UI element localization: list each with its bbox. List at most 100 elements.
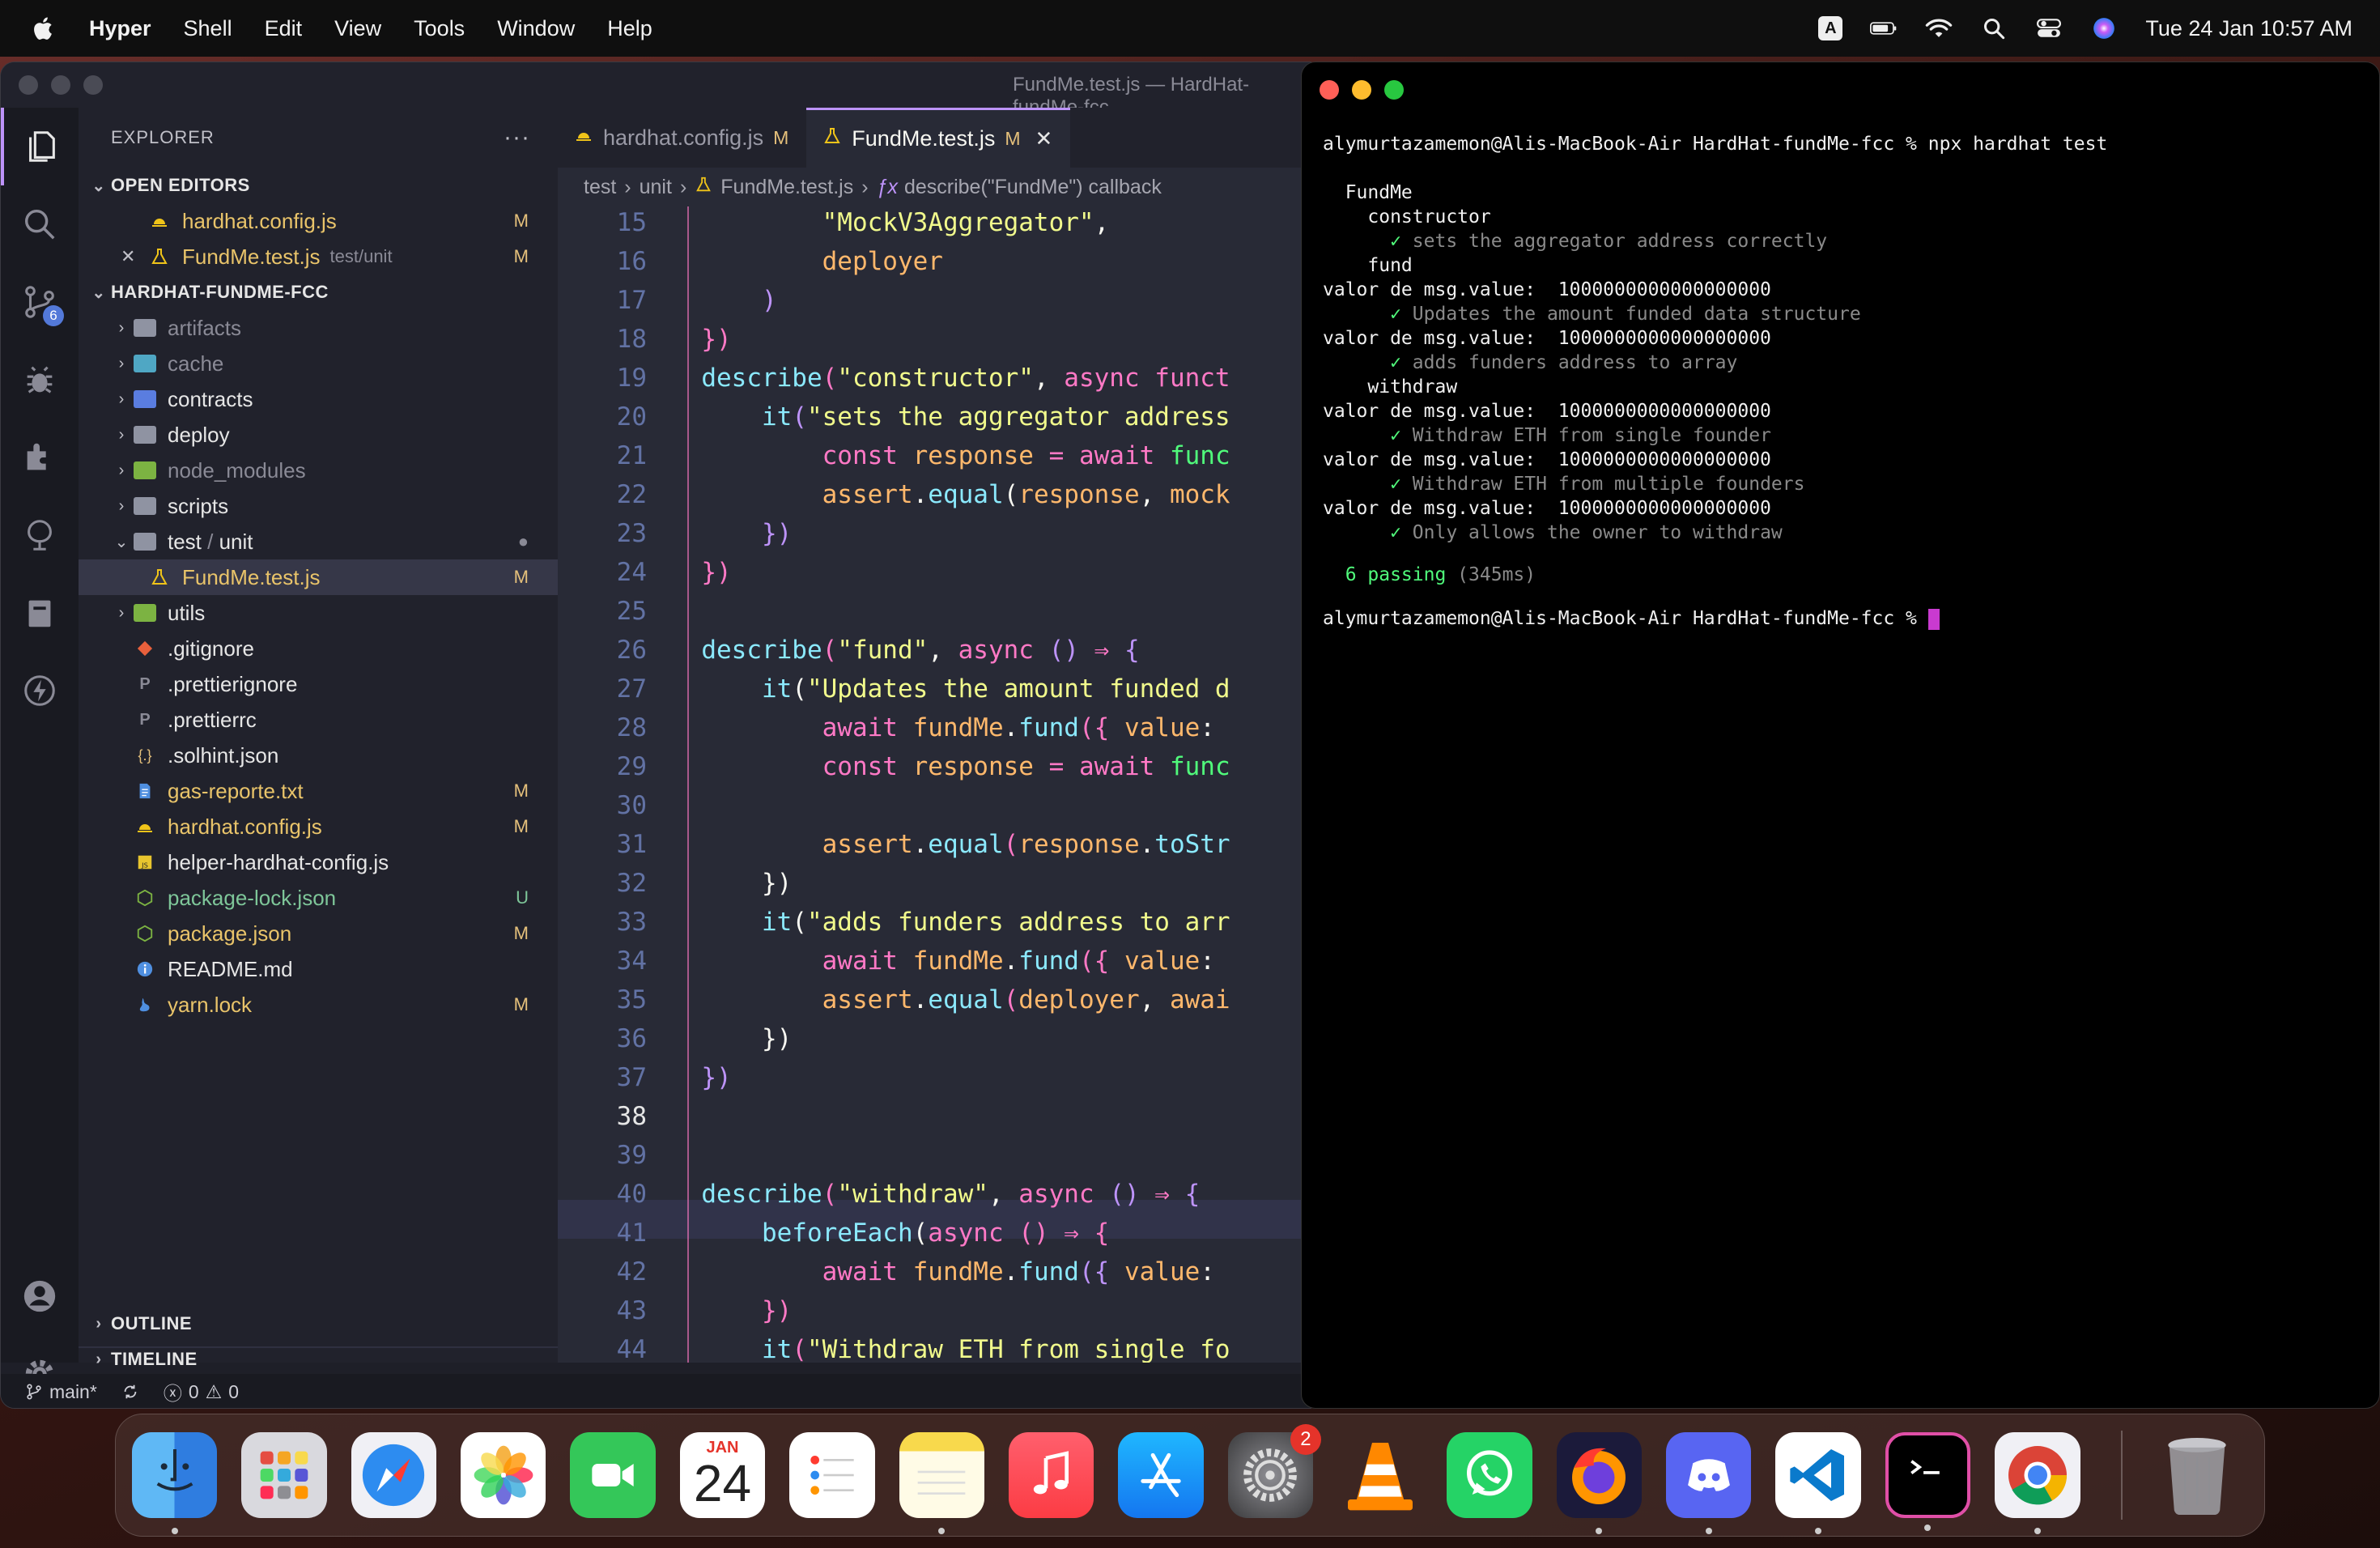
tree-file-package-lock[interactable]: package-lock.json U bbox=[79, 880, 558, 916]
tree-file-gitignore[interactable]: .gitignore bbox=[79, 631, 558, 666]
reminders-list-icon bbox=[810, 1456, 854, 1495]
outline-section[interactable]: › OUTLINE bbox=[79, 1306, 558, 1342]
wifi-icon[interactable] bbox=[1925, 16, 1953, 40]
open-editors-section[interactable]: ⌄ OPEN EDITORS bbox=[79, 168, 558, 203]
more-actions-icon[interactable]: ··· bbox=[504, 124, 530, 151]
dock-safari[interactable] bbox=[351, 1432, 437, 1518]
battery-icon[interactable] bbox=[1870, 16, 1898, 40]
dock-vscode[interactable] bbox=[1775, 1432, 1861, 1534]
tree-file-hardhat-config[interactable]: hardhat.config.js M bbox=[79, 809, 558, 844]
tree-item-label: node_modules bbox=[168, 457, 306, 483]
tree-file-prettierrc[interactable]: P .prettierrc bbox=[79, 702, 558, 738]
code-line: }) bbox=[761, 1296, 793, 1325]
minimize-window-button[interactable] bbox=[51, 75, 70, 95]
code-line: deployer bbox=[822, 247, 943, 276]
dock-launchpad[interactable] bbox=[241, 1432, 327, 1518]
dock-facetime[interactable] bbox=[570, 1432, 656, 1518]
tree-file-package-json[interactable]: package.json M bbox=[79, 916, 558, 951]
tree-file-fundme-test[interactable]: FundMe.test.js M bbox=[79, 559, 558, 595]
dock-music[interactable] bbox=[1008, 1432, 1094, 1518]
apple-icon[interactable] bbox=[31, 15, 53, 41]
dock-discord[interactable] bbox=[1666, 1432, 1752, 1534]
menu-window[interactable]: Window bbox=[497, 16, 575, 41]
dock-notes[interactable] bbox=[899, 1432, 984, 1534]
open-editor-item[interactable]: ✕ FundMe.test.js test/unit M bbox=[79, 239, 558, 274]
hyper-terminal-window[interactable]: alymurtazamemon@Alis-MacBook-Air HardHat… bbox=[1301, 62, 2380, 1409]
menu-shell[interactable]: Shell bbox=[184, 16, 232, 41]
siri-icon[interactable] bbox=[2090, 16, 2118, 40]
breadcrumb-item[interactable]: unit bbox=[640, 176, 672, 199]
branch-indicator[interactable]: main* bbox=[25, 1381, 97, 1403]
input-source-icon[interactable]: A bbox=[1818, 16, 1843, 40]
menu-view[interactable]: View bbox=[334, 16, 381, 41]
timeline-section[interactable]: › TIMELINE bbox=[79, 1342, 558, 1377]
source-control-activity[interactable]: 6 bbox=[1, 263, 79, 341]
dock-system-settings[interactable]: 2 bbox=[1227, 1424, 1321, 1518]
menubar-clock[interactable]: Tue 24 Jan 10:57 AM bbox=[2145, 16, 2352, 41]
explorer-activity[interactable] bbox=[1, 108, 79, 185]
tree-file-solhint[interactable]: {.} .solhint.json bbox=[79, 738, 558, 773]
menu-tools[interactable]: Tools bbox=[414, 16, 465, 41]
zoom-window-button[interactable] bbox=[1384, 80, 1404, 100]
menu-help[interactable]: Help bbox=[607, 16, 652, 41]
breadcrumb-item[interactable]: FundMe.test.js bbox=[720, 176, 853, 199]
close-window-button[interactable] bbox=[19, 75, 38, 95]
close-window-button[interactable] bbox=[1320, 80, 1339, 100]
close-editor-icon[interactable]: ✕ bbox=[121, 246, 148, 267]
tree-file-yarn-lock[interactable]: yarn.lock M bbox=[79, 987, 558, 1023]
tree-folder-contracts[interactable]: › contracts bbox=[79, 381, 558, 417]
terminal-output-line: valor de msg.value: 1000000000000000000 bbox=[1323, 498, 1771, 519]
dock-chrome[interactable] bbox=[1995, 1432, 2080, 1534]
problems-indicator[interactable]: ⓧ 0 ⚠ 0 bbox=[164, 1378, 239, 1406]
tree-file-gas-report[interactable]: gas-reporte.txt M bbox=[79, 773, 558, 809]
tree-file-helper-config[interactable]: JS helper-hardhat-config.js bbox=[79, 844, 558, 880]
dock-reminders[interactable] bbox=[789, 1432, 875, 1518]
control-center-icon[interactable] bbox=[2035, 16, 2063, 40]
sync-button[interactable] bbox=[121, 1383, 139, 1401]
dock-firefox[interactable] bbox=[1556, 1432, 1643, 1534]
dock-whatsapp[interactable] bbox=[1447, 1432, 1532, 1518]
zoom-window-button[interactable] bbox=[83, 75, 103, 95]
lightning-icon bbox=[24, 675, 55, 706]
notebook-activity[interactable] bbox=[1, 574, 79, 652]
tree-folder-cache[interactable]: › cache bbox=[79, 346, 558, 381]
dock-finder[interactable] bbox=[132, 1432, 218, 1534]
tree-folder-test[interactable]: ⌄ test / unit ● bbox=[79, 524, 558, 559]
launchpad-icon bbox=[260, 1451, 308, 1499]
test-flask-icon bbox=[148, 245, 171, 268]
remote-explorer-activity[interactable] bbox=[1, 496, 79, 574]
spotlight-search-icon[interactable] bbox=[1980, 16, 2008, 40]
dock-trash[interactable] bbox=[2155, 1432, 2240, 1518]
tab-fundme-test[interactable]: FundMe.test.js M ✕ bbox=[806, 108, 1071, 168]
dock-calendar[interactable]: JAN 24 bbox=[679, 1432, 766, 1518]
tree-folder-node-modules[interactable]: › node_modules bbox=[79, 453, 558, 488]
run-debug-activity[interactable] bbox=[1, 341, 79, 419]
dock-app-store[interactable] bbox=[1118, 1432, 1204, 1518]
lightning-activity[interactable] bbox=[1, 652, 79, 729]
terminal-cursor bbox=[1927, 608, 1940, 630]
close-tab-icon[interactable]: ✕ bbox=[1035, 126, 1053, 151]
tree-folder-deploy[interactable]: › deploy bbox=[79, 417, 558, 453]
menu-edit[interactable]: Edit bbox=[265, 16, 303, 41]
dock-hyper[interactable] bbox=[1885, 1432, 1971, 1531]
breadcrumb-item[interactable]: describe("FundMe") callback bbox=[904, 176, 1162, 199]
accounts-activity[interactable] bbox=[1, 1257, 79, 1335]
menu-app-hyper[interactable]: Hyper bbox=[89, 16, 151, 41]
minimize-window-button[interactable] bbox=[1352, 80, 1371, 100]
terminal-prompt-line[interactable]: alymurtazamemon@Alis-MacBook-Air HardHat… bbox=[1323, 608, 1940, 630]
project-section[interactable]: ⌄ HARDHAT-FUNDME-FCC bbox=[79, 274, 558, 310]
open-editor-item[interactable]: hardhat.config.js M bbox=[79, 203, 558, 239]
extensions-activity[interactable] bbox=[1, 419, 79, 496]
tree-file-prettierignore[interactable]: P .prettierignore bbox=[79, 666, 558, 702]
search-activity[interactable] bbox=[1, 185, 79, 263]
dock-vlc[interactable] bbox=[1337, 1432, 1422, 1518]
tree-file-readme[interactable]: README.md bbox=[79, 951, 558, 987]
chevron-right-icon: › bbox=[96, 1350, 102, 1368]
code-view[interactable]: 15 16 17 18 19 20 21 22 23 24 25 26 27 28 29 30 31 32 33 34… bbox=[558, 206, 1311, 1363]
tree-folder-artifacts[interactable]: › artifacts bbox=[79, 310, 558, 346]
tree-folder-scripts[interactable]: › scripts bbox=[79, 488, 558, 524]
tab-hardhat-config[interactable]: hardhat.config.js M bbox=[558, 108, 806, 168]
dock-photos[interactable] bbox=[461, 1432, 546, 1518]
breadcrumb-item[interactable]: test bbox=[584, 176, 616, 199]
tree-folder-utils[interactable]: › utils bbox=[79, 595, 558, 631]
